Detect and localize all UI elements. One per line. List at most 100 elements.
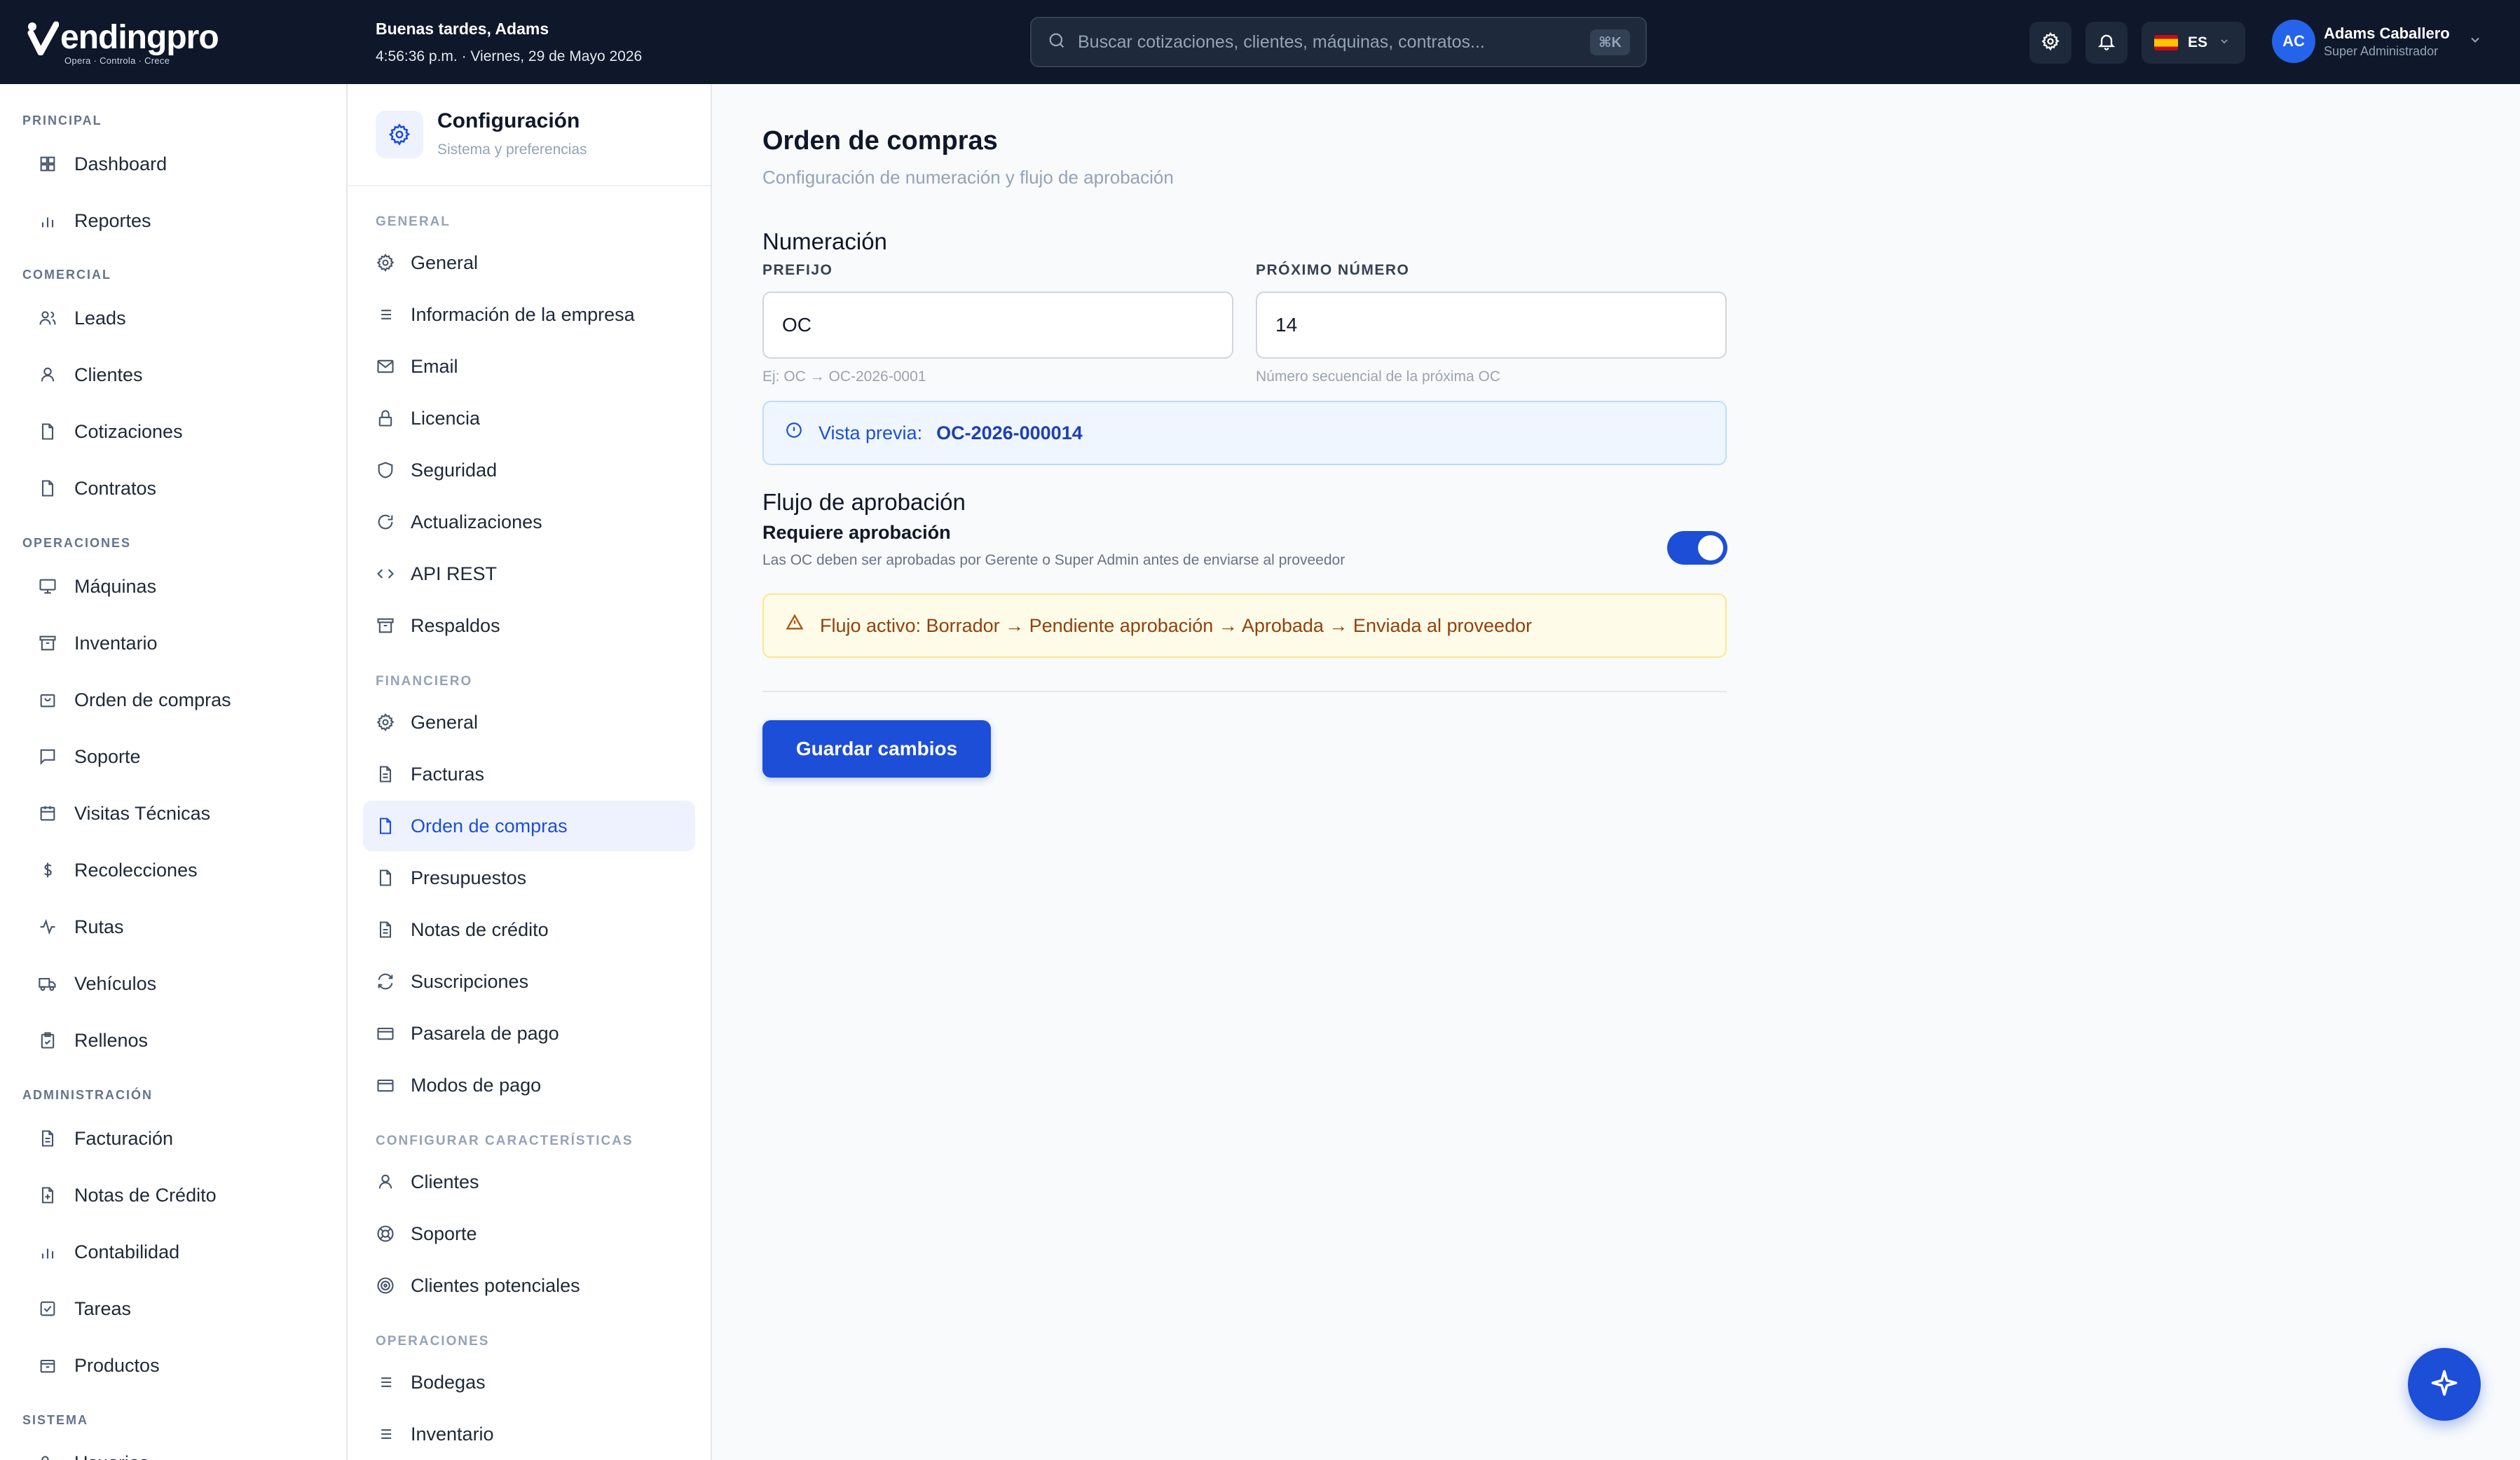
settings-item-label: Licencia: [411, 407, 481, 429]
sidebar-item-facturacion[interactable]: Facturación: [38, 1122, 173, 1155]
prefix-label: PREFIJO: [762, 262, 833, 278]
settings-item-label: Clientes: [411, 1171, 479, 1192]
settings-item-label: Facturas: [411, 763, 485, 785]
approval-flow-notice: Flujo activo: Borrador → Pendiente aprob…: [762, 593, 1727, 658]
language-selector[interactable]: ES: [2142, 22, 2245, 64]
preview-value: OC-2026-000014: [936, 422, 1083, 443]
settings-item-label: Email: [411, 355, 458, 377]
settings-item-label: Respaldos: [411, 614, 500, 636]
current-datetime: 4:56:36 p.m. · Viernes, 29 de Mayo 2026: [376, 48, 643, 64]
sidebar-item-contabilidad[interactable]: Contabilidad: [38, 1235, 179, 1269]
prefix-input[interactable]: [762, 291, 1233, 359]
sidebar-item-leads[interactable]: Leads: [38, 301, 126, 335]
sidebar-item-tareas[interactable]: Tareas: [38, 1292, 131, 1325]
target-icon: [377, 1277, 394, 1294]
settings-item-company-info[interactable]: Información de la empresa: [363, 289, 695, 340]
settings-item-warehouses[interactable]: Bodegas: [363, 1357, 695, 1407]
settings-item-payment-modes[interactable]: Modos de pago: [363, 1060, 695, 1110]
settings-item-budgets[interactable]: Presupuestos: [363, 853, 695, 903]
gear-icon: [2041, 32, 2060, 55]
sidebar-item-contratos[interactable]: Contratos: [38, 471, 156, 505]
sidebar-item-usuarios[interactable]: Usuarios: [38, 1446, 149, 1460]
sidebar-item-rellenos[interactable]: Rellenos: [38, 1024, 148, 1057]
monitor-icon: [39, 579, 56, 594]
sidebar-item-dashboard[interactable]: Dashboard: [38, 147, 167, 181]
sidebar-item-maquinas[interactable]: Máquinas: [38, 570, 156, 603]
package-icon: [40, 1359, 55, 1373]
settings-item-feature-leads[interactable]: Clientes potenciales: [363, 1260, 695, 1311]
settings-item-ops-inventory[interactable]: Inventario: [363, 1409, 695, 1459]
settings-item-backups[interactable]: Respaldos: [363, 600, 695, 651]
require-approval-toggle[interactable]: [1667, 531, 1727, 565]
settings-item-api-rest[interactable]: API REST: [363, 549, 695, 599]
sidebar-item-label: Contratos: [74, 477, 157, 499]
sidebar-item-label: Facturación: [74, 1127, 174, 1149]
sidebar-item-reportes[interactable]: Reportes: [38, 204, 151, 237]
sidebar-item-clientes[interactable]: Clientes: [38, 358, 143, 392]
document-icon: [379, 766, 392, 783]
settings-nav: Configuración Sistema y preferencias GEN…: [348, 84, 712, 1460]
document-icon: [41, 423, 54, 440]
settings-item-license[interactable]: Licencia: [363, 393, 695, 443]
logo-text: endingpro: [60, 19, 219, 56]
sidebar-item-productos[interactable]: Productos: [38, 1349, 160, 1382]
sidebar-item-rutas[interactable]: Rutas: [38, 910, 124, 944]
gear-icon: [376, 254, 395, 273]
settings-item-security[interactable]: Seguridad: [363, 445, 695, 495]
global-search[interactable]: ⌘K: [1030, 17, 1647, 67]
dashboard-icon: [40, 156, 55, 172]
settings-item-email[interactable]: Email: [363, 341, 695, 392]
settings-item-label: Presupuestos: [411, 867, 527, 888]
search-input[interactable]: [1078, 32, 1590, 53]
sidebar-item-orden-de-compras[interactable]: Orden de compras: [38, 683, 231, 717]
bar-chart-icon: [41, 1248, 54, 1259]
settings-item-purchase-orders[interactable]: Orden de compras: [363, 801, 695, 851]
shield-icon: [378, 462, 393, 478]
sidebar-item-inventario[interactable]: Inventario: [38, 626, 158, 660]
settings-item-updates[interactable]: Actualizaciones: [363, 497, 695, 547]
settings-item-general[interactable]: General: [363, 237, 695, 288]
approval-section-title: Flujo de aprobación: [762, 489, 966, 515]
settings-item-feature-clients[interactable]: Clientes: [363, 1157, 695, 1207]
settings-item-finance-general[interactable]: General: [363, 697, 695, 748]
preview-label: Vista previa:: [819, 422, 923, 443]
refresh-icon: [378, 514, 393, 530]
settings-item-label: Pasarela de pago: [411, 1022, 559, 1044]
settings-item-invoices[interactable]: Facturas: [363, 749, 695, 799]
next-number-input[interactable]: [1256, 291, 1727, 359]
sidebar-item-vehiculos[interactable]: Vehículos: [38, 967, 156, 1000]
settings-item-subscriptions[interactable]: Suscripciones: [363, 956, 695, 1007]
sidebar-item-soporte[interactable]: Soporte: [38, 740, 141, 773]
settings-item-credit-notes[interactable]: Notas de crédito: [363, 904, 695, 955]
sidebar-item-label: Clientes: [74, 364, 143, 385]
credit-card-icon: [377, 1079, 394, 1092]
app-logo[interactable]: endingpro Opera · Controla · Crece: [27, 18, 230, 67]
sidebar-item-label: Leads: [74, 307, 126, 329]
user-menu[interactable]: AC Adams Caballero Super Administrador: [2272, 20, 2482, 63]
sidebar-item-label: Recolecciones: [74, 859, 198, 881]
user-role: Super Administrador: [2324, 43, 2439, 58]
logo-mark-icon: [27, 20, 60, 55]
list-icon: [381, 310, 392, 319]
sidebar-item-cotizaciones[interactable]: Cotizaciones: [38, 415, 183, 448]
page-title: Orden de compras: [762, 126, 998, 156]
save-button[interactable]: Guardar cambios: [762, 720, 991, 778]
shopping-bag-icon: [40, 694, 55, 708]
notifications-button[interactable]: [2086, 22, 2128, 64]
sidebar-item-recolecciones[interactable]: Recolecciones: [38, 853, 198, 887]
settings-item-payment-gateway[interactable]: Pasarela de pago: [363, 1008, 695, 1059]
document-icon: [379, 818, 392, 834]
settings-item-feature-support[interactable]: Soporte: [363, 1208, 695, 1259]
document-icon: [41, 1130, 54, 1147]
require-approval-title: Requiere aprobación: [762, 522, 951, 543]
ai-assistant-button[interactable]: [2408, 1348, 2481, 1421]
sidebar-item-label: Rellenos: [74, 1029, 149, 1051]
settings-item-label: Soporte: [411, 1223, 477, 1244]
settings-button[interactable]: [2029, 22, 2072, 64]
sidebar-item-notas-de-credito[interactable]: Notas de Crédito: [38, 1178, 217, 1212]
sidebar-item-label: Usuarios: [74, 1452, 149, 1460]
document-icon: [379, 869, 392, 886]
sidebar-item-visitas-tecnicas[interactable]: Visitas Técnicas: [38, 797, 210, 830]
truck-icon: [39, 977, 56, 991]
prefix-hint: Ej: OC → OC-2026-0001: [762, 369, 926, 385]
